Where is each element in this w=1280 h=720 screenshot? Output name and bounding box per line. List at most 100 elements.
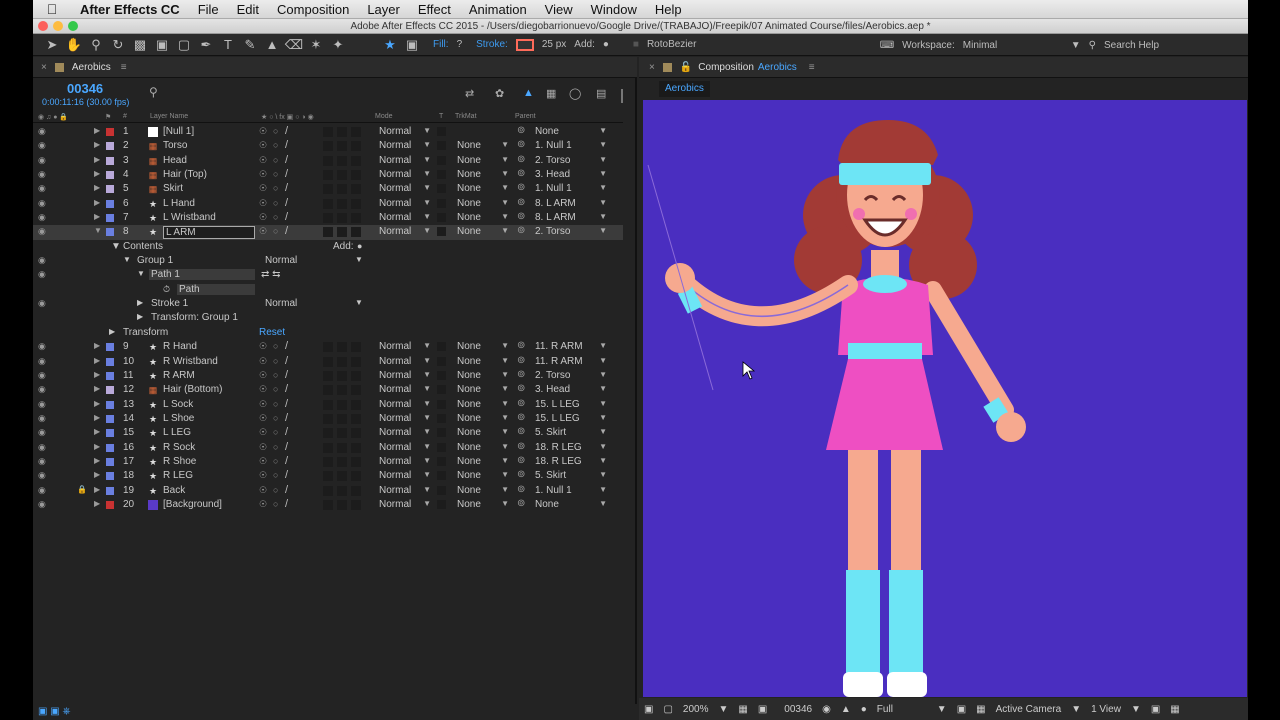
visibility-eye-icon[interactable]: ◉	[38, 183, 46, 194]
toggle-pixel-aspect-icon[interactable]: ▣	[1151, 704, 1160, 715]
expand-arrow-icon[interactable]: ▼	[94, 226, 102, 235]
minimize-window-button[interactable]	[53, 21, 63, 31]
collapse-switch-icon[interactable]: ○	[273, 212, 278, 222]
expand-arrow-icon[interactable]: ▶	[94, 169, 100, 178]
pan-behind-tool-icon[interactable]: ▣	[151, 35, 173, 55]
collapse-switch-icon[interactable]: ○	[273, 341, 278, 351]
label-color-swatch[interactable]	[106, 400, 114, 409]
visibility-eye-icon[interactable]: ◉	[38, 140, 46, 151]
parent-pickwhip-icon[interactable]: ⊚	[517, 383, 525, 394]
label-color-swatch[interactable]	[106, 228, 114, 237]
collapse-switch-icon[interactable]: ○	[273, 126, 278, 136]
switch-cell[interactable]	[351, 399, 361, 410]
shy-switch-icon[interactable]: ☉	[259, 456, 267, 467]
collapse-switch-icon[interactable]: ○	[273, 470, 278, 480]
layer-name[interactable]: R Wristband	[163, 356, 218, 367]
parent-pickwhip-icon[interactable]: ⊚	[517, 340, 525, 351]
resolution-dropdown-icon[interactable]: ▼	[937, 704, 947, 715]
current-timecode[interactable]: 00346	[67, 81, 103, 96]
group-label[interactable]: Group 1	[137, 255, 173, 266]
layer-row[interactable]: ◉ ▶ 15 ★ L LEG ☉ ○ / Normal ▼ None ▼ ⊚ 5. Skirt ▼	[33, 426, 623, 440]
quality-switch-icon[interactable]: /	[285, 455, 288, 467]
expand-arrow-icon[interactable]: ▶	[94, 399, 100, 408]
shy-switch-icon[interactable]: ☉	[259, 499, 267, 510]
layer-row[interactable]: ◉ ▶ 20 [Background] ☉ ○ / Normal ▼ None ▼ ⊚ None ▼	[33, 498, 623, 512]
shy-switch-icon[interactable]: ☉	[259, 198, 267, 209]
switch-cell[interactable]	[337, 499, 347, 510]
motion-blur-icon[interactable]: ◯	[569, 87, 581, 100]
visibility-eye-icon[interactable]: ◉	[38, 226, 46, 237]
switch-cell[interactable]	[337, 399, 347, 410]
switch-cell[interactable]	[351, 141, 361, 152]
pen-tool-icon[interactable]: ✒	[195, 35, 217, 55]
panel-menu-icon[interactable]: ≡	[121, 62, 127, 73]
layer-name[interactable]: Back	[163, 485, 185, 496]
switch-cell[interactable]	[351, 428, 361, 439]
parent-pickwhip-icon[interactable]: ⊚	[517, 125, 525, 136]
switch-cell[interactable]	[323, 385, 333, 396]
visibility-eye-icon[interactable]: ◉	[38, 499, 46, 510]
collapse-switch-icon[interactable]: ○	[273, 413, 278, 423]
shy-switch-icon[interactable]: ☉	[259, 384, 267, 395]
collapse-switch-icon[interactable]: ○	[273, 169, 278, 179]
parent-pickwhip-icon[interactable]: ⊚	[517, 225, 525, 236]
visibility-eye-icon[interactable]: ◉	[38, 155, 46, 166]
layer-name[interactable]: R LEG	[163, 470, 193, 481]
star-toggle-icon[interactable]: ★	[379, 35, 401, 55]
stroke-color-swatch[interactable]	[515, 38, 534, 51]
collapse-switch-icon[interactable]: ○	[273, 442, 278, 452]
dropdown-arrow-icon[interactable]: ▼	[355, 255, 363, 264]
menu-app-name[interactable]: After Effects CC	[71, 2, 189, 17]
visibility-eye-icon[interactable]: ◉	[38, 356, 46, 367]
quality-switch-icon[interactable]: /	[285, 139, 288, 151]
layer-name[interactable]: Torso	[163, 140, 187, 151]
switch-cell[interactable]	[337, 442, 347, 453]
shy-switch-icon[interactable]: ☉	[259, 341, 267, 352]
layer-row[interactable]: ◉ ▶ 16 ★ R Sock ☉ ○ / Normal ▼ None ▼ ⊚ 18. R LEG ▼	[33, 441, 623, 455]
preserve-transparency-checkbox[interactable]	[437, 141, 446, 151]
shy-switch-icon[interactable]: ☉	[259, 399, 267, 410]
layer-row[interactable]: ◉ ▶ 1 □ [Null 1] ☉ ○ / Normal ▼ ⊚ None ▼	[33, 125, 623, 139]
layer-row[interactable]: ◉ ▶ 4 ▦ Hair (Top) ☉ ○ / Normal ▼ None ▼ ⊚ 3. Head ▼	[33, 168, 623, 182]
quality-switch-icon[interactable]: /	[285, 340, 288, 352]
switch-cell[interactable]	[337, 370, 347, 381]
camera-dropdown-icon[interactable]: ▼	[1071, 704, 1081, 715]
visibility-eye-icon[interactable]: ◉	[38, 255, 46, 266]
label-color-swatch[interactable]	[106, 457, 114, 466]
draft-3d-icon[interactable]: ✿	[495, 87, 504, 100]
switch-cell[interactable]	[337, 471, 347, 482]
type-tool-icon[interactable]: T	[217, 35, 239, 55]
quality-switch-icon[interactable]: /	[285, 182, 288, 194]
label-color-swatch[interactable]	[106, 357, 114, 366]
layer-row[interactable]: ◉ ▶ 11 ★ R ARM ☉ ○ / Normal ▼ None ▼ ⊚ 2. Torso ▼	[33, 369, 623, 383]
switch-cell[interactable]	[337, 413, 347, 424]
switch-cell[interactable]	[351, 471, 361, 482]
quality-switch-icon[interactable]: /	[285, 398, 288, 410]
quality-switch-icon[interactable]: /	[285, 484, 288, 496]
close-tab-icon[interactable]: ×	[41, 62, 47, 73]
switch-cell[interactable]	[323, 428, 333, 439]
switch-cell[interactable]	[337, 127, 347, 137]
property-row[interactable]: ▶ Transform: Group 1	[33, 311, 623, 325]
property-row[interactable]: ◉ ▼ Group 1 Normal ▼	[33, 254, 623, 268]
layer-name[interactable]: Hair (Top)	[163, 169, 207, 180]
show-snapshot-icon[interactable]: ▲	[841, 704, 851, 715]
switch-cell[interactable]	[323, 471, 333, 482]
collapse-switch-icon[interactable]: ○	[273, 183, 278, 193]
preserve-transparency-checkbox[interactable]	[437, 471, 446, 481]
workspace-dropdown-icon[interactable]: ▼	[1071, 40, 1081, 51]
search-layers-icon[interactable]: ⚲	[149, 85, 158, 99]
trkmat-header[interactable]: TrkMat	[455, 113, 477, 120]
preserve-transparency-checkbox[interactable]	[437, 342, 446, 352]
stroke-mode-dropdown[interactable]: Normal	[265, 298, 297, 309]
puppet-pin-tool-icon[interactable]: ✦	[327, 35, 349, 55]
preserve-transparency-checkbox[interactable]	[437, 213, 446, 223]
visibility-eye-icon[interactable]: ◉	[38, 212, 46, 223]
menu-window[interactable]: Window	[582, 2, 646, 17]
visibility-eye-icon[interactable]: ◉	[38, 470, 46, 481]
visibility-eye-icon[interactable]: ◉	[38, 413, 46, 424]
layer-row[interactable]: ◉ 🔒 ▶ 19 ★ Back ☉ ○ / Normal ▼ None ▼ ⊚ 1. Null 1 ▼	[33, 484, 623, 498]
parent-pickwhip-icon[interactable]: ⊚	[517, 441, 525, 452]
brush-tool-icon[interactable]: ✎	[239, 35, 261, 55]
switch-cell[interactable]	[323, 485, 333, 496]
